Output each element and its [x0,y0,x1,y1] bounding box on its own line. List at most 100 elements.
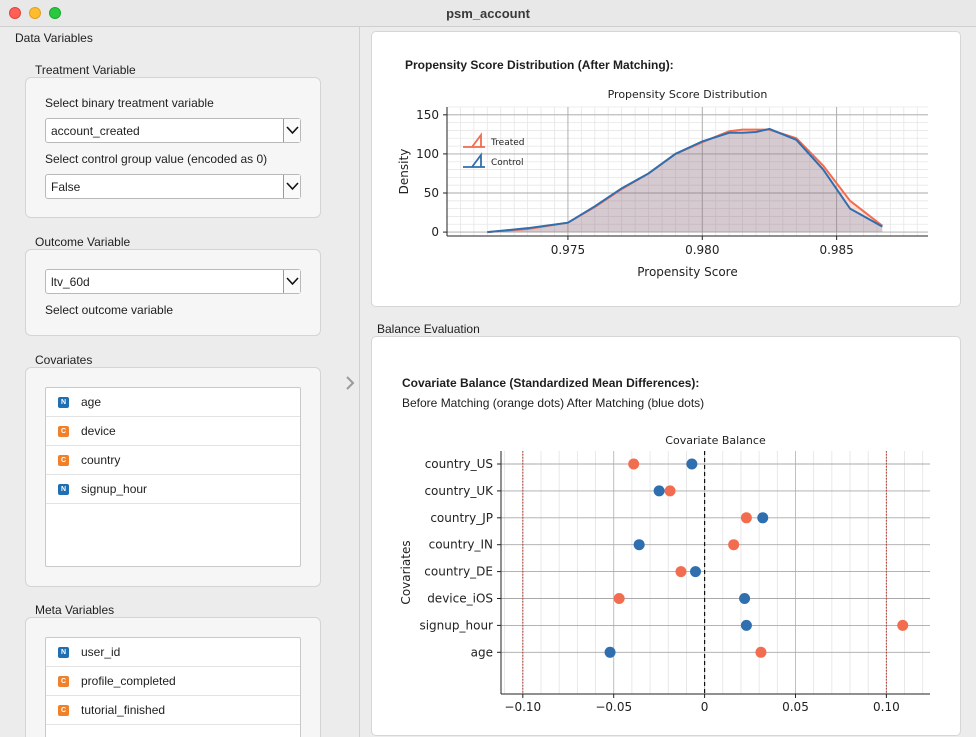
outcome-select-label: Select outcome variable [45,303,174,317]
categorical-variable-icon: C [58,426,69,437]
list-item[interactable]: C profile_completed [46,667,300,696]
list-item-label: tutorial_finished [81,703,166,717]
categorical-variable-icon: C [58,455,69,466]
before-matching-point [728,539,740,551]
list-item-label: country [81,453,121,467]
numeric-variable-icon: N [58,484,69,495]
outcome-dropdown-button[interactable] [283,270,300,293]
x-tick-label: 0.975 [551,243,585,257]
control-value: False [51,180,81,194]
treatment-variable-title: Treatment Variable [35,63,136,77]
before-matching-point [613,593,625,604]
main-area: Propensity Score Distribution (After Mat… [359,27,976,737]
chevron-down-icon [286,182,299,191]
treatment-variable-box: Select binary treatment variable account… [25,77,321,218]
x-axis-label: Propensity Score [637,265,737,279]
before-matching-point [740,512,752,524]
before-matching-point [755,646,767,658]
x-tick-label: 0.980 [685,243,719,257]
after-matching-point [740,619,752,631]
window-title: psm_account [446,6,530,21]
x-tick-label: 0 [701,700,709,714]
y-tick-label: country_US [425,457,493,471]
control-area: Data Variables Treatment Variable Select… [0,27,340,737]
meta-variables-list[interactable]: N user_id C profile_completed C tutorial… [45,637,301,737]
y-tick-label: age [471,645,493,659]
treatment-select-label: Select binary treatment variable [45,96,214,110]
list-item-label: age [81,395,102,409]
x-tick-label: −0.05 [595,700,632,714]
x-tick-label: 0.985 [819,243,853,257]
treatment-dropdown-button[interactable] [283,119,300,142]
y-tick-label: country_UK [424,484,494,498]
chevron-down-icon [286,126,299,135]
balance-panel: Covariate Balance (Standardized Mean Dif… [371,336,961,736]
covariates-box: N age C device C country N signup_hour [25,367,321,587]
x-tick-label: −0.10 [504,700,541,714]
control-dropdown-button[interactable] [283,175,300,198]
propensity-chart: Propensity Score Distribution 0.975 0.980 0… [397,88,928,279]
y-tick-label: country_IN [429,538,493,552]
before-matching-point [675,566,687,578]
meta-variables-box: N user_id C profile_completed C tutorial… [25,617,321,737]
chart-title: Propensity Score Distribution [608,88,768,101]
chart-title: Covariate Balance [665,434,766,447]
x-tick-label: 0.10 [873,700,900,714]
panel-splitter[interactable] [341,27,359,737]
covariates-title: Covariates [35,353,93,367]
y-axis-label: Density [397,149,411,195]
list-item[interactable]: C country [46,446,300,475]
list-item[interactable]: N signup_hour [46,475,300,504]
before-matching-point [628,458,640,470]
x-tick-label: 0.05 [782,700,809,714]
categorical-variable-icon: C [58,676,69,687]
list-item[interactable]: N user_id [46,638,300,667]
outcome-variable-combo[interactable]: ltv_60d [45,269,301,294]
y-tick-label: 100 [416,147,439,161]
categorical-variable-icon: C [58,705,69,716]
before-matching-point [664,485,676,497]
covariate-balance-chart: Covariate Balance −0.10 −0.05 0 0.05 0.10 coun… [399,434,930,714]
after-matching-point [739,593,751,604]
propensity-heading: Propensity Score Distribution (After Mat… [405,58,674,72]
list-item-label: profile_completed [81,674,176,688]
title-bar: psm_account [0,0,976,27]
meta-variables-title: Meta Variables [35,603,115,617]
outcome-variable-title: Outcome Variable [35,235,131,249]
chevron-down-icon [286,277,299,286]
y-tick-label: 0 [431,225,439,239]
legend-entry-treated: Treated [463,132,525,148]
list-item[interactable]: C device [46,417,300,446]
control-value-label: Select control group value (encoded as 0… [45,152,268,166]
after-matching-point [653,485,665,497]
covariates-list[interactable]: N age C device C country N signup_hour [45,387,301,567]
control-value-combo[interactable]: False [45,174,301,199]
list-item-label: device [81,424,116,438]
y-tick-label: country_JP [430,511,493,525]
after-matching-point [686,458,698,470]
treatment-variable-combo[interactable]: account_created [45,118,301,143]
y-tick-label: device_iOS [427,592,493,606]
legend-label: Control [491,158,524,168]
y-axis-label: Covariates [399,540,413,604]
list-item-label: user_id [81,645,121,659]
legend-label: Treated [490,138,525,148]
data-variables-label: Data Variables [15,31,93,45]
before-matching-point [897,619,909,631]
outcome-variable-value: ltv_60d [51,275,90,289]
after-matching-point [604,646,616,658]
y-tick-label: 150 [416,108,439,122]
list-item-label: signup_hour [81,482,148,496]
chevron-right-icon[interactable] [344,376,356,390]
balance-heading: Covariate Balance (Standardized Mean Dif… [402,376,700,390]
after-matching-point [690,566,702,578]
y-tick-label: signup_hour [419,618,493,632]
list-item[interactable]: N age [46,388,300,417]
balance-subheading: Before Matching (orange dots) After Matc… [402,396,705,410]
treatment-variable-value: account_created [51,124,140,138]
after-matching-point [633,539,645,551]
list-item[interactable]: C tutorial_finished [46,696,300,725]
y-tick-label: country_DE [424,565,493,579]
propensity-panel: Propensity Score Distribution (After Mat… [371,31,961,307]
balance-evaluation-label: Balance Evaluation [377,322,480,336]
